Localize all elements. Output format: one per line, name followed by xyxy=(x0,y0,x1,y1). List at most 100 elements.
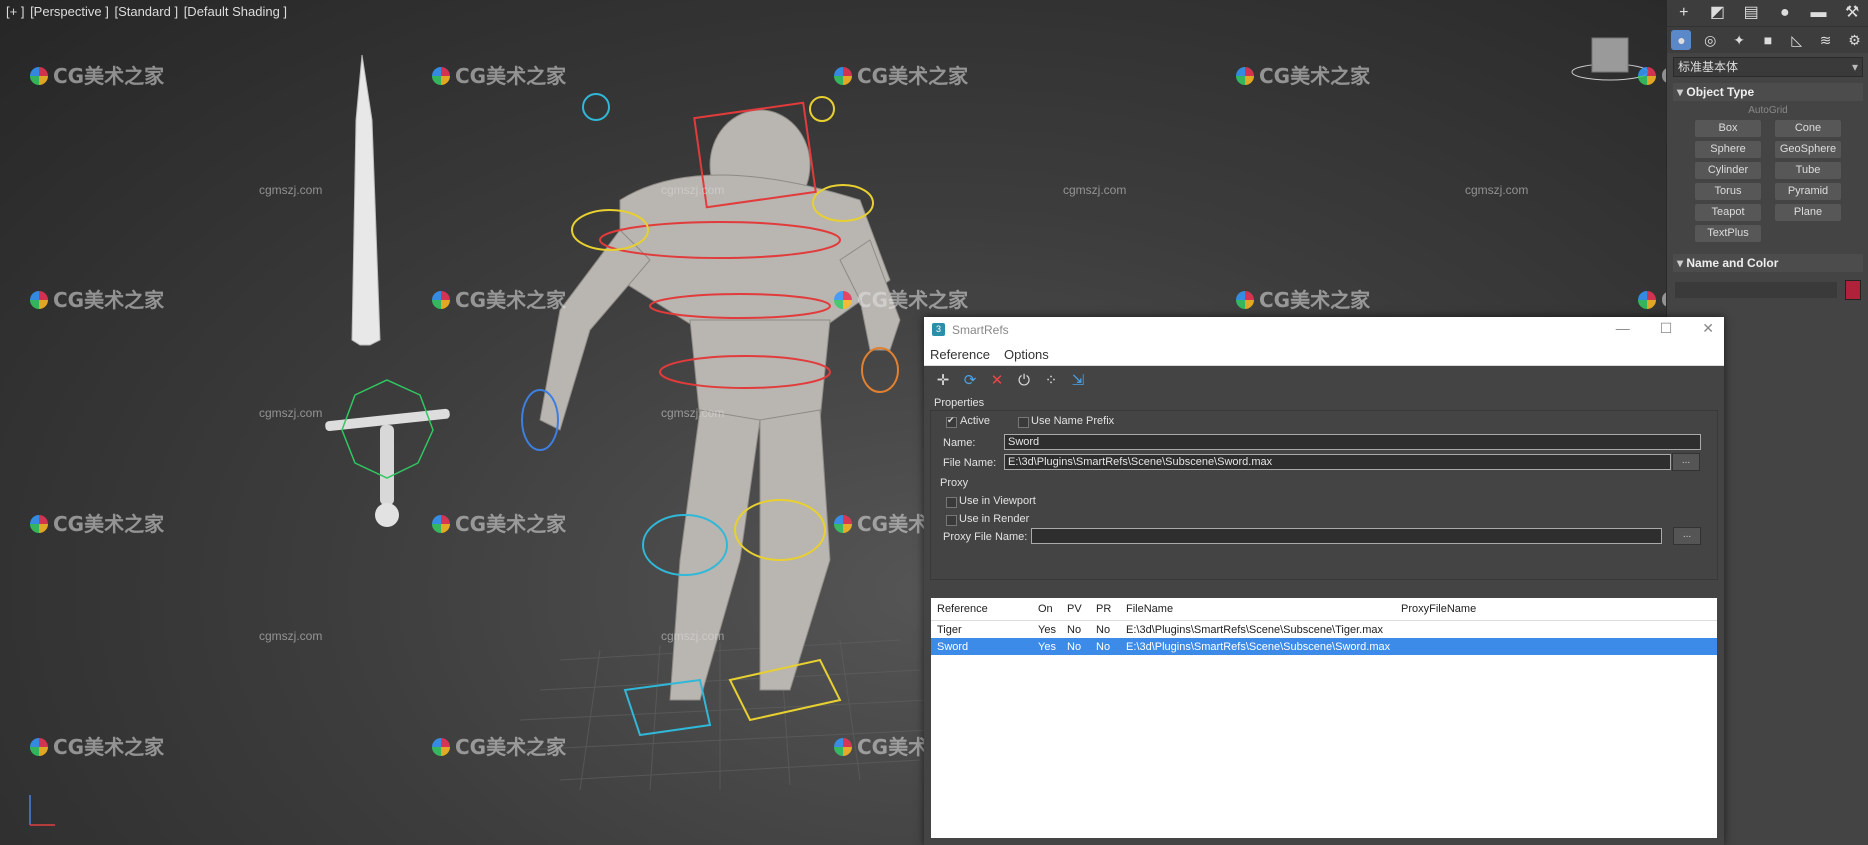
table-header: Reference On PV PR FileName ProxyFileNam… xyxy=(931,598,1717,621)
minimize-icon[interactable]: — xyxy=(1616,320,1630,337)
close-icon[interactable]: ✕ xyxy=(1702,320,1714,337)
active-checkbox[interactable] xyxy=(946,415,957,428)
cylinder-button[interactable]: Cylinder xyxy=(1695,162,1761,179)
column-filename[interactable]: FileName xyxy=(1126,603,1173,615)
systems-icon[interactable]: ⚙ xyxy=(1844,30,1864,50)
viewcube-icon xyxy=(1571,37,1649,81)
maximize-icon[interactable]: ☐ xyxy=(1660,320,1673,337)
use-name-prefix-checkbox[interactable] xyxy=(1018,417,1029,428)
properties-title: Properties xyxy=(934,397,985,409)
torus-button[interactable]: Torus xyxy=(1695,183,1761,200)
power-icon[interactable]: ⏻ xyxy=(1015,372,1033,390)
add-reference-icon[interactable]: ✛ xyxy=(934,372,952,390)
create-icon[interactable]: + xyxy=(1674,3,1694,23)
watermark-logo: CG美术之家 xyxy=(30,731,164,760)
row-filename: E:\3d\Plugins\SmartRefs\Scene\Subscene\S… xyxy=(1126,640,1391,653)
properties-panel: Properties Active Use Name Prefix Name: … xyxy=(924,396,1724,580)
watermark-site: cgmszj.com xyxy=(1063,183,1127,197)
hierarchy-icon[interactable]: ▤ xyxy=(1741,3,1761,23)
axis-gizmo-icon xyxy=(29,795,55,826)
column-reference[interactable]: Reference xyxy=(937,603,988,615)
column-on[interactable]: On xyxy=(1038,603,1053,615)
app-logo-icon: 3 xyxy=(932,323,945,336)
browse-proxy-button[interactable]: ... xyxy=(1673,527,1701,545)
use-in-viewport-label: Use in Viewport xyxy=(959,495,1036,507)
active-label: Active xyxy=(960,415,990,427)
pyramid-button[interactable]: Pyramid xyxy=(1775,183,1841,200)
watermark-logo: CG美术之家 xyxy=(1236,60,1370,89)
watermark-site: cgmszj.com xyxy=(1465,183,1529,197)
object-type-rollout-title[interactable]: Object Type xyxy=(1673,83,1863,101)
column-pv[interactable]: PV xyxy=(1067,603,1082,615)
watermark-site: cgmszj.com xyxy=(661,406,725,420)
plane-button[interactable]: Plane xyxy=(1775,204,1841,221)
box-button[interactable]: Box xyxy=(1695,120,1761,137)
use-in-render-label: Use in Render xyxy=(959,513,1030,525)
column-proxyfilename[interactable]: ProxyFileName xyxy=(1401,603,1476,615)
watermark-logo: CG美术之家 xyxy=(30,60,164,89)
file-name-field[interactable]: E:\3d\Plugins\SmartRefs\Scene\Subscene\S… xyxy=(1004,454,1671,470)
object-color-swatch[interactable] xyxy=(1845,280,1861,300)
tube-button[interactable]: Tube xyxy=(1775,162,1841,179)
sphere-button[interactable]: Sphere xyxy=(1695,141,1761,158)
file-name-label: File Name: xyxy=(943,457,997,469)
delete-icon[interactable]: ✕ xyxy=(988,372,1006,390)
select-nodes-icon[interactable]: ⁘ xyxy=(1042,372,1060,390)
modify-icon[interactable]: ◩ xyxy=(1707,3,1727,23)
autogrid-checkbox[interactable]: AutoGrid xyxy=(1667,105,1868,116)
object-name-field[interactable] xyxy=(1675,282,1837,298)
row-pr: No xyxy=(1096,640,1111,653)
menu-options[interactable]: Options xyxy=(1004,347,1049,362)
watermark-logo: CG美术之家 xyxy=(432,731,566,760)
use-in-viewport-checkbox[interactable] xyxy=(946,497,957,508)
lights-icon[interactable]: ✦ xyxy=(1729,30,1749,50)
proxy-file-name-field[interactable] xyxy=(1031,528,1662,544)
row-pv: No xyxy=(1067,623,1082,636)
watermark-logo: CG美术之家 xyxy=(834,284,968,313)
spacewarps-icon[interactable]: ≋ xyxy=(1816,30,1836,50)
geometry-icon[interactable]: ● xyxy=(1671,30,1692,50)
merge-icon[interactable]: ⇲ xyxy=(1069,372,1087,390)
watermark-site: cgmszj.com xyxy=(661,629,725,643)
watermark-logo: CG美术之家 xyxy=(432,60,566,89)
proxy-title: Proxy xyxy=(940,477,969,489)
primitive-type-dropdown[interactable]: 标准基本体 xyxy=(1673,57,1863,77)
watermark-site: cgmszj.com xyxy=(259,406,323,420)
name-and-color-rollout-title[interactable]: Name and Color xyxy=(1673,254,1863,272)
cameras-icon[interactable]: ■ xyxy=(1758,30,1778,50)
row-reference: Tiger xyxy=(937,623,962,636)
references-table: Reference On PV PR FileName ProxyFileNam… xyxy=(931,598,1717,838)
geosphere-button[interactable]: GeoSphere xyxy=(1775,141,1841,158)
name-field[interactable]: Sword xyxy=(1004,434,1701,450)
create-category-bar: ● ◎ ✦ ■ ◺ ≋ ⚙ xyxy=(1667,26,1868,53)
utilities-icon[interactable]: ⚒ xyxy=(1842,3,1862,23)
column-pr[interactable]: PR xyxy=(1096,603,1111,615)
dialog-title-bar[interactable]: 3 SmartRefs — ☐ ✕ xyxy=(924,317,1724,343)
textplus-button[interactable]: TextPlus xyxy=(1695,225,1761,242)
use-in-render-checkbox[interactable] xyxy=(946,515,957,526)
watermark-logo: CG美术之家 xyxy=(834,60,968,89)
row-on: Yes xyxy=(1038,640,1056,653)
browse-file-button[interactable]: ... xyxy=(1672,453,1700,471)
teapot-button[interactable]: Teapot xyxy=(1695,204,1761,221)
motion-icon[interactable]: ● xyxy=(1775,3,1795,23)
tiger-character-model xyxy=(539,109,901,701)
shapes-icon[interactable]: ◎ xyxy=(1700,30,1720,50)
watermark-logo: CG美术之家 xyxy=(30,284,164,313)
watermark-logo: CG美术之家 xyxy=(30,508,164,537)
helpers-icon[interactable]: ◺ xyxy=(1787,30,1807,50)
watermark-site: cgmszj.com xyxy=(259,183,323,197)
refresh-icon[interactable]: ⟳ xyxy=(961,372,979,390)
menu-reference[interactable]: Reference xyxy=(930,347,990,362)
cone-button[interactable]: Cone xyxy=(1775,120,1841,137)
watermark-logo: CG美术之家 xyxy=(432,508,566,537)
table-row[interactable]: Sword Yes No No E:\3d\Plugins\SmartRefs\… xyxy=(931,638,1717,655)
table-row[interactable]: Tiger Yes No No E:\3d\Plugins\SmartRefs\… xyxy=(931,621,1717,638)
dialog-title: SmartRefs xyxy=(952,323,1009,337)
row-pv: No xyxy=(1067,640,1082,653)
display-icon[interactable]: ▬ xyxy=(1808,3,1828,23)
proxy-file-name-label: Proxy File Name: xyxy=(943,531,1028,543)
smartrefs-dialog: 3 SmartRefs — ☐ ✕ Reference Options ✛ ⟳ … xyxy=(924,317,1724,845)
use-name-prefix-label: Use Name Prefix xyxy=(1031,415,1115,427)
row-filename: E:\3d\Plugins\SmartRefs\Scene\Subscene\T… xyxy=(1126,623,1383,636)
